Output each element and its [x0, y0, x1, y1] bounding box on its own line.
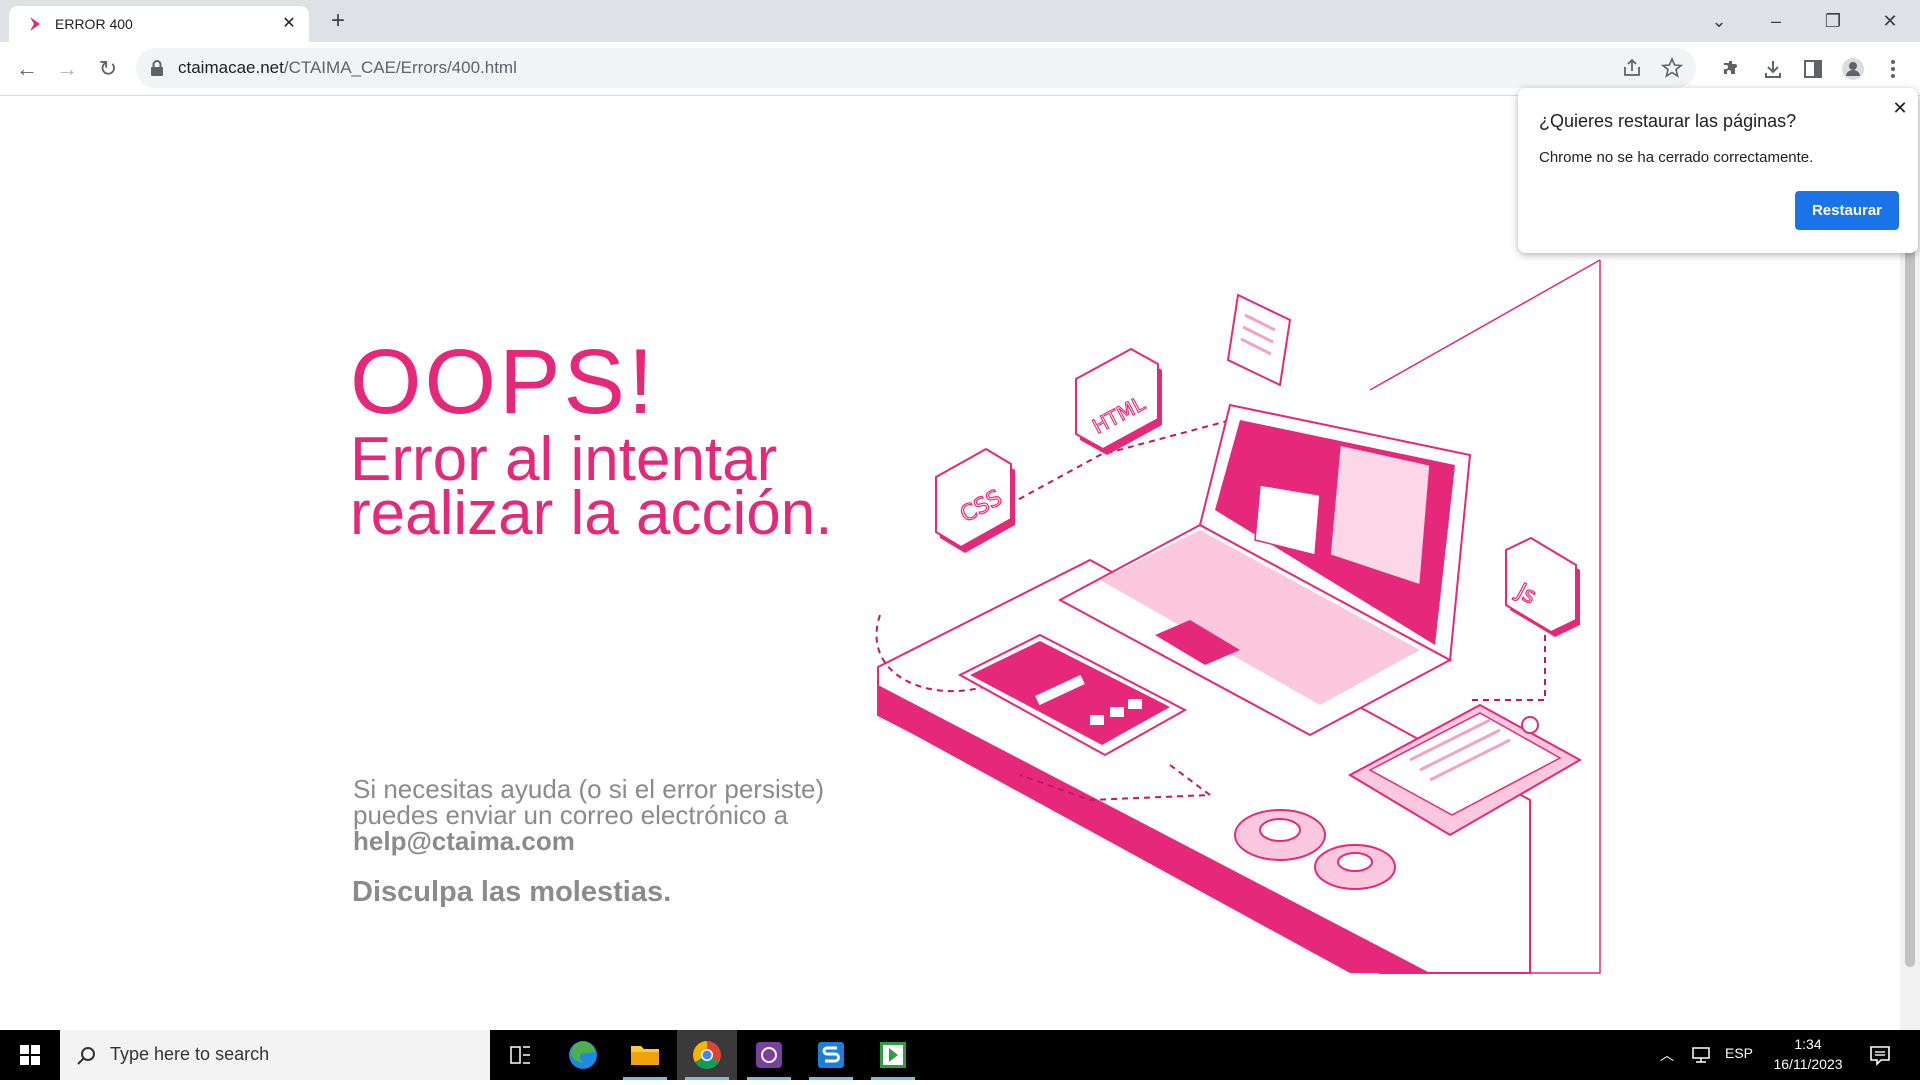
dialog-title: ¿Quieres restaurar las páginas?	[1539, 111, 1797, 131]
edge-icon	[569, 1041, 597, 1069]
app-green-taskbar-button[interactable]	[863, 1030, 923, 1080]
scrollbar-thumb[interactable]	[1905, 247, 1915, 967]
download-icon[interactable]	[1761, 57, 1785, 81]
start-button[interactable]	[0, 1030, 60, 1080]
tab-close-icon[interactable]: ✕	[279, 14, 299, 34]
file-explorer-taskbar-button[interactable]	[615, 1030, 675, 1080]
app-blue-taskbar-button[interactable]	[801, 1030, 861, 1080]
close-window-button[interactable]: ✕	[1877, 8, 1903, 34]
new-tab-button[interactable]: +	[325, 9, 351, 35]
dialog-close-icon[interactable]: ✕	[1888, 96, 1912, 120]
laptop-illustration: CSS HTML Js	[875, 259, 1601, 974]
js-badge: Js	[1505, 536, 1580, 637]
edge-taskbar-button[interactable]	[553, 1030, 613, 1080]
browser-tab[interactable]: ERROR 400 ✕	[9, 6, 309, 42]
notifications-icon[interactable]	[1868, 1043, 1892, 1067]
url-text[interactable]: ctaimacae.net/CTAIMA_CAE/Errors/400.html	[178, 58, 517, 78]
gear-icon	[1314, 844, 1396, 890]
restore-window-button[interactable]: ❐	[1820, 8, 1846, 34]
windows-taskbar: Type here to search ︿ ESP 1:34 16/11/202…	[0, 1030, 1920, 1080]
forward-button[interactable]: →	[52, 54, 82, 84]
lock-icon[interactable]	[150, 60, 164, 76]
oops-headline: OOPS!	[350, 331, 657, 433]
chrome-taskbar-button[interactable]	[677, 1030, 737, 1080]
taskbar-search-box[interactable]: Type here to search	[60, 1030, 490, 1080]
task-view-button[interactable]	[490, 1030, 550, 1080]
side-panel-icon[interactable]	[1801, 57, 1825, 81]
help-line-1: Si necesitas ayuda (o si el error persis…	[353, 774, 825, 804]
folder-icon	[631, 1046, 659, 1065]
green-play-app-icon	[880, 1042, 906, 1068]
html-badge: HTML	[1075, 347, 1162, 455]
tray-chevron-icon[interactable]: ︿	[1660, 1045, 1674, 1065]
reload-button[interactable]: ↻	[93, 54, 123, 84]
help-line-2: puedes enviar un correo electrónico a	[353, 800, 789, 830]
task-view-icon	[510, 1046, 530, 1064]
tab-title: ERROR 400	[55, 16, 133, 32]
restore-pages-dialog: ¿Quieres restaurar las páginas? Chrome n…	[1518, 88, 1918, 253]
minimize-button[interactable]: –	[1763, 8, 1789, 34]
css-badge: CSS	[935, 447, 1015, 553]
error-message: Error al intentar realizar la acción.	[350, 429, 950, 548]
back-button[interactable]: ←	[12, 54, 42, 84]
search-placeholder: Type here to search	[110, 1044, 270, 1064]
windows-logo-icon	[20, 1045, 40, 1065]
chrome-icon	[693, 1041, 721, 1069]
help-text: Si necesitas ayuda (o si el error persis…	[353, 776, 953, 854]
extensions-icon[interactable]	[1720, 57, 1744, 81]
app-purple-taskbar-button[interactable]	[739, 1030, 799, 1080]
tab-search-icon[interactable]: ⌄	[1706, 8, 1732, 34]
address-bar[interactable]: ctaimacae.net/CTAIMA_CAE/Errors/400.html	[136, 48, 1696, 88]
purple-app-icon	[756, 1042, 782, 1068]
menu-kebab-icon[interactable]	[1881, 57, 1905, 81]
taskbar-clock[interactable]: 1:34 16/11/2023	[1748, 1034, 1868, 1074]
bookmark-star-icon[interactable]	[1660, 56, 1684, 80]
clock-date: 16/11/2023	[1773, 1056, 1843, 1072]
blue-s-app-icon	[818, 1042, 844, 1068]
clock-time: 1:34	[1794, 1036, 1822, 1052]
restore-button[interactable]: Restaurar	[1795, 191, 1899, 230]
share-icon[interactable]	[1620, 56, 1644, 80]
apology-text: Disculpa las molestias.	[352, 876, 672, 908]
gear-icon	[1234, 809, 1326, 861]
profile-avatar-icon[interactable]	[1841, 57, 1865, 81]
help-email-link[interactable]: help@ctaima.com	[353, 828, 953, 854]
tab-strip: ERROR 400 ✕ + ⌄ – ❐ ✕	[0, 0, 1920, 42]
network-icon[interactable]	[1690, 1045, 1712, 1065]
search-icon	[77, 1047, 95, 1065]
error-line-2: realizar la acción.	[350, 479, 833, 548]
dialog-message: Chrome no se ha cerrado correctamente.	[1539, 149, 1814, 166]
site-favicon-icon	[30, 17, 40, 31]
